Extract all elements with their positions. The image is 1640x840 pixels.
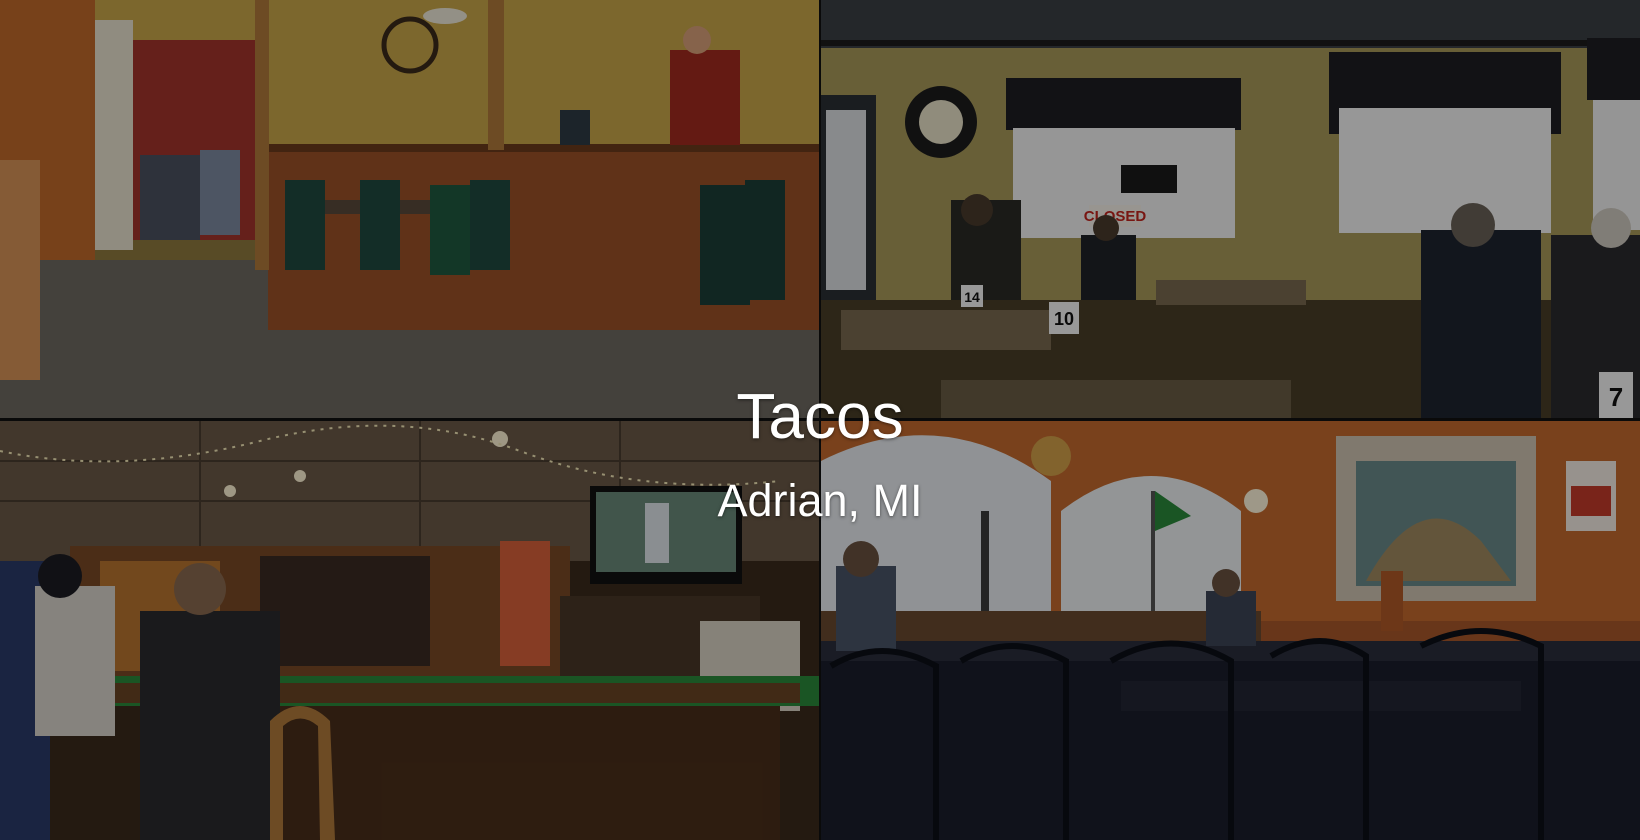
photo-collage: CLOSED 14 10 7 Tacos Adrian, MI [0, 0, 1640, 840]
collage-title: Tacos [736, 380, 904, 452]
collage-subtitle: Adrian, MI [717, 475, 923, 526]
